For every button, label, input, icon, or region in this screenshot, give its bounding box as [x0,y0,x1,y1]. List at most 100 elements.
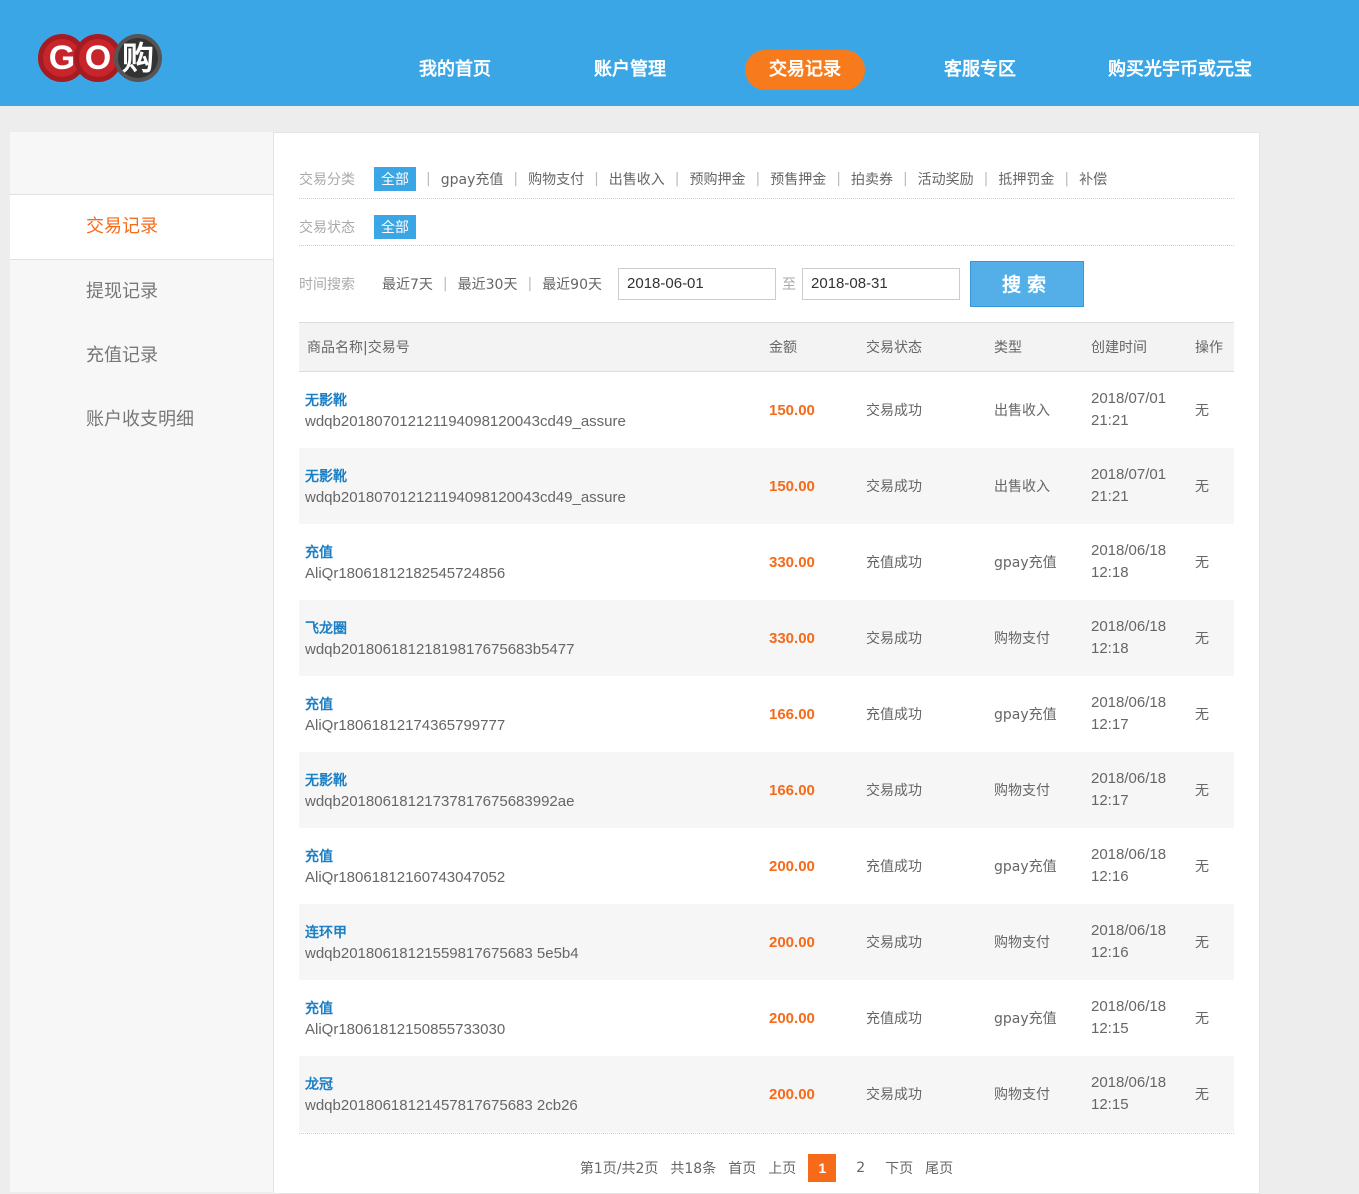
cell-type: 购物支付 [993,1056,1090,1132]
date-to-input[interactable]: 2018-08-31 [802,268,961,300]
category-reward[interactable]: 活动奖励 [918,169,974,189]
product-name-link[interactable]: 飞龙圈 [305,618,767,638]
separator: | [902,171,908,187]
sidebar-item-transactions[interactable]: 交易记录 [10,194,273,260]
cell-action: 无 [1194,448,1234,524]
separator: | [426,171,431,187]
cell-action: 无 [1195,555,1209,571]
category-penalty[interactable]: 抵押罚金 [998,169,1054,189]
category-presale-deposit[interactable]: 预售押金 [770,169,826,189]
created-date: 2018/06/18 [1091,922,1167,939]
cell-status: 交易成功 [865,448,993,524]
nav-home[interactable]: 我的首页 [395,50,515,90]
time-90days[interactable]: 最近90天 [542,274,602,294]
cell-status: 交易成功 [866,403,922,419]
created-date: 2018/06/18 [1091,618,1167,635]
created-date: 2018/07/01 [1091,466,1167,483]
nav-transactions[interactable]: 交易记录 [745,50,865,90]
cell-created: 2018/06/18 12:15 [1090,1056,1194,1132]
product-name-link[interactable]: 无影靴 [305,466,767,486]
pager-total: 共18条 [670,1161,717,1177]
sidebar-item-recharges[interactable]: 充值记录 [10,324,273,388]
category-all[interactable]: 全部 [374,167,416,191]
separator: | [983,171,989,187]
product-name-link[interactable]: 龙冠 [305,1074,767,1094]
product-name-link[interactable]: 无影靴 [305,390,767,410]
product-name-link[interactable]: 充值 [305,846,767,866]
cell-type: gpay充值 [994,1011,1057,1027]
separator: | [527,276,533,292]
sidebar-item-ledger[interactable]: 账户收支明细 [10,388,273,452]
divider [299,245,1234,246]
pager-page-1[interactable]: 1 [808,1154,837,1182]
separator: | [755,171,761,187]
transaction-id: AliQr18061812174365799777 [305,717,506,734]
transaction-id: AliQr18061812160743047052 [305,869,506,886]
product-name-link[interactable]: 连环甲 [305,922,767,942]
cell-status: 充值成功 [866,1011,922,1027]
cell-created: 2018/06/18 12:15 [1090,980,1194,1056]
nav-buy-currency[interactable]: 购买光宇币或元宝 [1095,50,1265,90]
time-label: 时间搜索 [299,277,355,293]
category-preorder-deposit[interactable]: 预购押金 [690,169,746,189]
cell-amount: 200.00 [768,980,865,1056]
created-date: 2018/06/18 [1091,998,1167,1015]
amount-value: 330.00 [769,553,815,571]
created-date: 2018/06/18 [1091,770,1167,787]
date-from-input[interactable]: 2018-06-01 [618,268,777,300]
column-header-created: 创建时间 [1090,322,1194,372]
search-button[interactable]: 搜索 [970,261,1085,307]
transaction-id: wdqb201807012121194098120043cd49_assure [305,489,626,506]
sidebar-item-withdrawals[interactable]: 提现记录 [10,260,273,324]
column-header-amount: 金额 [768,322,865,372]
category-sale[interactable]: 出售收入 [609,169,665,189]
nav-account[interactable]: 账户管理 [570,50,690,90]
table-row: 无影靴 wdqb201807012121194098120043cd49_assu… [299,372,1234,449]
cell-action: 无 [1194,904,1234,980]
cell-amount: 150.00 [768,448,865,524]
created-date: 2018/06/18 [1091,542,1167,559]
category-gpay[interactable]: gpay充值 [441,169,504,189]
pager-first[interactable]: 首页 [728,1158,756,1178]
time-30days[interactable]: 最近30天 [458,274,518,294]
cell-action: 无 [1194,752,1234,828]
transaction-id: wdqb20180618121457817675683 2cb26 [305,1097,578,1114]
cell-created: 2018/06/18 12:17 [1090,676,1194,752]
product-name-link[interactable]: 充值 [305,542,767,562]
nav-service[interactable]: 客服专区 [920,50,1040,90]
table-row: 无影靴 wdqb201807012121194098120043cd49_assu… [299,448,1234,524]
logo-char: 购 [114,34,162,82]
product-name-link[interactable]: 充值 [305,694,767,714]
amount-value: 200.00 [769,857,815,875]
created-time: 12:15 [1091,1096,1129,1113]
category-filter: 交易分类 全部 | gpay充值 | 购物支付 | 出售收入 | 预购押金 | 预售押金 |… [299,167,1234,191]
pager-page-2[interactable]: 2 [856,1160,865,1176]
amount-value: 330.00 [769,629,815,647]
transaction-id: wdqb20180618121737817675683992ae [305,793,575,810]
created-time: 12:16 [1091,944,1129,961]
category-purchase[interactable]: 购物支付 [528,169,584,189]
pager-next[interactable]: 下页 [885,1158,913,1178]
product-name-link[interactable]: 无影靴 [305,770,767,790]
category-compensation[interactable]: 补偿 [1079,169,1107,189]
product-name-link[interactable]: 充值 [305,998,767,1018]
category-auction[interactable]: 拍卖券 [851,169,893,189]
pager-last[interactable]: 尾页 [925,1158,953,1178]
pager-prev[interactable]: 上页 [768,1158,796,1178]
cell-name: 充值 AliQr18061812182545724856 [299,524,768,600]
header: G O 购 我的首页 账户管理 交易记录 客服专区 购买光宇币或元宝 [0,0,1359,106]
time-filter: 时间搜索 最近7天 | 最近30天 | 最近90天 2018-06-01 至 201… [299,261,1234,307]
time-7days[interactable]: 最近7天 [382,274,433,294]
table-row: 连环甲 wdqb20180618121559817675683 5e5b4 200.… [299,904,1234,980]
amount-value: 150.00 [769,401,815,419]
cell-created: 2018/07/01 21:21 [1090,372,1194,449]
cell-type: 购物支付 [993,904,1090,980]
cell-action: 无 [1194,1056,1234,1132]
created-time: 12:16 [1091,868,1129,885]
cell-action: 无 [1195,1011,1209,1027]
cell-action: 无 [1194,600,1234,676]
created-time: 12:17 [1091,792,1129,809]
logo[interactable]: G O 购 [38,30,162,86]
status-all[interactable]: 全部 [374,215,416,239]
column-header-action: 操作 [1194,322,1234,372]
